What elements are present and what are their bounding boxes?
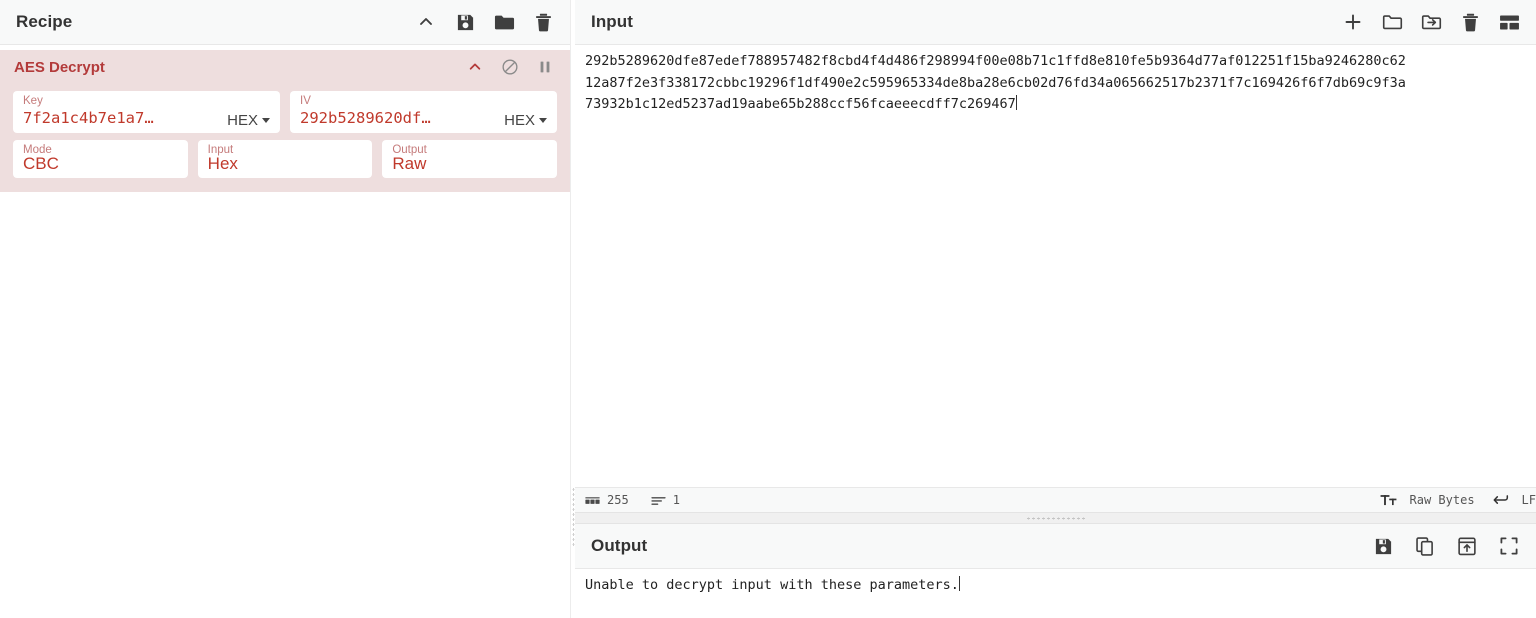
recipe-operation-aes-decrypt[interactable]: AES Decrypt: [0, 50, 570, 192]
input-pane: Input: [575, 0, 1536, 512]
horizontal-splitter-handle[interactable]: [1026, 517, 1086, 520]
op-collapse-icon[interactable]: [466, 58, 484, 76]
chevron-down-icon: [262, 118, 270, 123]
input-status-right: Raw Bytes LF: [1362, 493, 1536, 507]
mode-label: Mode: [23, 144, 52, 156]
mode-value: CBC: [23, 153, 178, 174]
input-eol-value: LF: [1522, 493, 1536, 507]
input-type-label: Input: [208, 144, 234, 156]
output-header: Output: [575, 524, 1536, 569]
iv-field-label: IV: [300, 95, 311, 107]
horizontal-splitter[interactable]: [575, 512, 1536, 524]
vertical-splitter-handle[interactable]: [572, 487, 575, 547]
iv-field-value[interactable]: 292b5289620df…: [300, 108, 496, 129]
collapse-chevron-icon[interactable]: [415, 11, 437, 33]
clear-recipe-icon[interactable]: [532, 11, 554, 33]
input-type-value: Hex: [208, 153, 363, 174]
output-title: Output: [591, 536, 647, 556]
font-size-icon: [1380, 494, 1397, 506]
key-field[interactable]: Key 7f2a1c4b7e1a7… HEX: [13, 91, 280, 133]
copy-output-icon[interactable]: [1414, 535, 1436, 557]
input-header: Input: [575, 0, 1536, 45]
io-column: Input: [575, 0, 1536, 618]
save-recipe-icon[interactable]: [454, 11, 476, 33]
mode-select[interactable]: Mode CBC: [13, 140, 188, 178]
replace-input-with-output-icon[interactable]: [1456, 535, 1478, 557]
output-text-cursor: [959, 576, 960, 591]
output-type-label: Output: [392, 144, 427, 156]
open-file-as-input-icon[interactable]: [1420, 11, 1442, 33]
input-type-select[interactable]: Input Hex: [198, 140, 373, 178]
output-type-value: Raw: [392, 153, 547, 174]
enter-arrow-icon: [1493, 494, 1509, 506]
iv-format-label: HEX: [504, 112, 535, 129]
operation-title: AES Decrypt: [14, 59, 105, 76]
key-format-dropdown[interactable]: HEX: [227, 112, 270, 129]
operation-icons: [466, 58, 554, 76]
operation-row-key-iv: Key 7f2a1c4b7e1a7… HEX IV 292b5289620df……: [0, 91, 570, 133]
op-disable-icon[interactable]: [501, 58, 519, 76]
reset-layout-icon[interactable]: [1498, 11, 1520, 33]
recipe-pane: Recipe: [0, 0, 570, 618]
save-output-icon[interactable]: [1372, 535, 1394, 557]
input-length-status: 255: [585, 493, 629, 507]
input-title: Input: [591, 12, 633, 32]
output-type-select[interactable]: Output Raw: [382, 140, 557, 178]
clear-input-icon[interactable]: [1459, 11, 1481, 33]
output-text-content: Unable to decrypt input with these param…: [585, 577, 959, 593]
input-header-icons: [1342, 11, 1520, 33]
abc-icon: [585, 495, 600, 505]
recipe-header-icons: [415, 11, 554, 33]
input-lines-status: 1: [651, 493, 680, 507]
input-length-value: 255: [607, 493, 629, 507]
iv-format-dropdown[interactable]: HEX: [504, 112, 547, 129]
key-field-value[interactable]: 7f2a1c4b7e1a7…: [23, 108, 219, 129]
iv-field[interactable]: IV 292b5289620df… HEX: [290, 91, 557, 133]
recipe-operation-list[interactable]: AES Decrypt: [0, 45, 570, 618]
input-textarea[interactable]: 292b5289620dfe87edef788957482f8cbd4f4d48…: [575, 45, 1536, 487]
maximise-output-icon[interactable]: [1498, 535, 1520, 557]
output-header-icons: [1372, 535, 1520, 557]
input-text-cursor: [1016, 95, 1017, 110]
load-recipe-icon[interactable]: [493, 11, 515, 33]
add-input-tab-icon[interactable]: [1342, 11, 1364, 33]
recipe-header: Recipe: [0, 0, 570, 45]
open-folder-as-input-icon[interactable]: [1381, 11, 1403, 33]
input-encoding-value: Raw Bytes: [1410, 493, 1475, 507]
input-status-bar: 255 1: [575, 487, 1536, 512]
input-encoding-status[interactable]: Raw Bytes: [1380, 493, 1475, 507]
cyberchef-app: Recipe: [0, 0, 1536, 618]
operation-row-mode-input-output: Mode CBC Input Hex Output Raw: [0, 140, 570, 178]
key-format-label: HEX: [227, 112, 258, 129]
lines-icon: [651, 495, 666, 506]
output-pane: Output: [575, 524, 1536, 618]
chevron-down-icon: [539, 118, 547, 123]
op-breakpoint-icon[interactable]: [536, 58, 554, 76]
operation-header: AES Decrypt: [0, 50, 570, 84]
input-eol-status[interactable]: LF: [1493, 493, 1536, 507]
output-textarea[interactable]: Unable to decrypt input with these param…: [575, 569, 1536, 618]
recipe-title: Recipe: [16, 12, 72, 32]
input-text-content: 292b5289620dfe87edef788957482f8cbd4f4d48…: [585, 53, 1406, 112]
key-field-label: Key: [23, 95, 43, 107]
input-lines-value: 1: [673, 493, 680, 507]
